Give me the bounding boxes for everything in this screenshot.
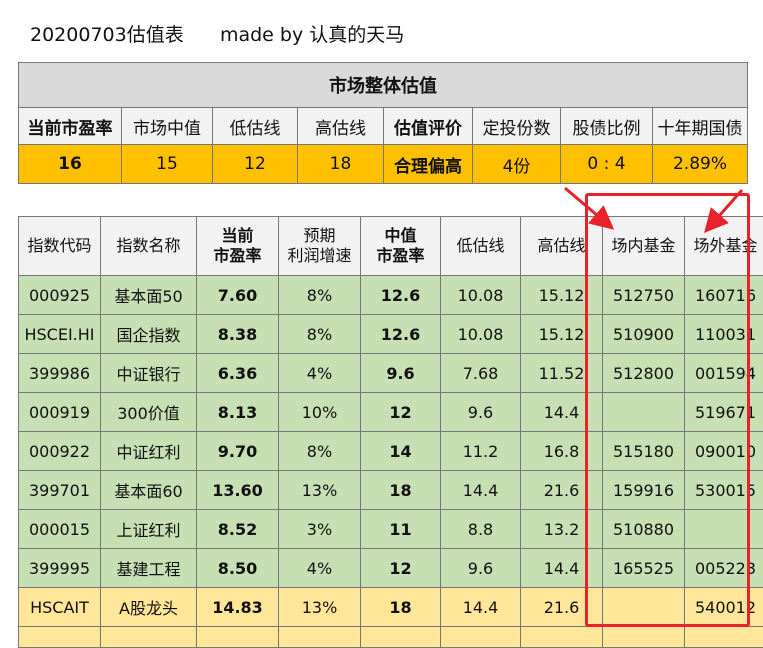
- arrow-to-offexchange-fund: [712, 190, 742, 224]
- arrow-to-onexchange-fund: [565, 188, 605, 222]
- annotation-arrows: [0, 0, 763, 640]
